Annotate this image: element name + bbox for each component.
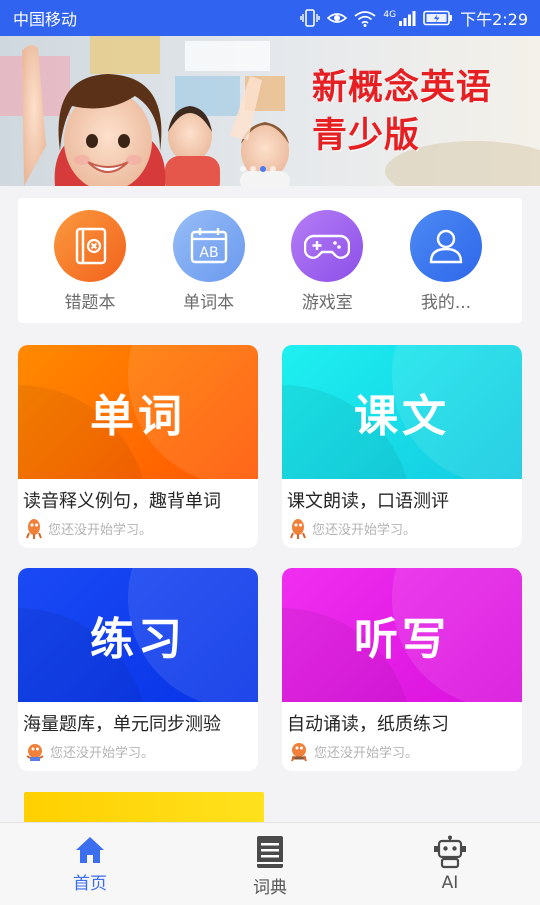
text-card[interactable]: 课文 课文朗读，口语测评 您还没开始学习。	[282, 345, 522, 548]
user-icon	[409, 210, 482, 282]
wrong-book-button[interactable]: 错题本	[52, 210, 128, 323]
status-icons: 4G 下午2:29	[300, 6, 528, 30]
word-calendar-icon: AB	[172, 210, 245, 282]
tab-ai[interactable]: AI	[360, 823, 540, 905]
svg-text:AB: AB	[199, 245, 218, 261]
text-card-description: 课文朗读，口语测评	[287, 491, 449, 512]
banner-dot[interactable]	[250, 166, 256, 172]
banner-dot[interactable]	[270, 166, 276, 172]
banner-title-line2: 青少版	[312, 116, 421, 156]
vocabulary-card-status-text: 您还没开始学习。	[48, 522, 153, 538]
vocabulary-card-description: 读音释义例句，趣背单词	[23, 491, 221, 512]
tab-home[interactable]: 首页	[0, 823, 180, 905]
text-card-status-text: 您还没开始学习。	[312, 522, 417, 538]
word-book-label: 单词本	[183, 293, 235, 313]
status-time: 下午2:29	[460, 10, 528, 29]
practice-card-description: 海量题库，单元同步测验	[23, 714, 221, 735]
wifi-icon	[354, 10, 376, 27]
tab-dictionary[interactable]: 词典	[180, 823, 360, 905]
practice-card-status: 您还没开始学习。	[18, 736, 258, 762]
text-card-title: 课文	[354, 391, 450, 442]
dictation-card[interactable]: 听写 自动诵读，纸质练习 您还没开始学习。	[282, 568, 522, 771]
vibrate-icon	[300, 9, 321, 27]
tab-ai-label: AI	[441, 873, 459, 893]
vocabulary-card-status: 您还没开始学习。	[18, 513, 258, 539]
network-type: 4G	[383, 10, 397, 20]
dictation-card-title: 听写	[354, 614, 450, 665]
banner-pagination	[240, 166, 276, 172]
robot-icon	[434, 835, 466, 869]
game-room-button[interactable]: 游戏室	[289, 210, 365, 323]
quick-actions-panel: 错题本 AB 单词本 游戏室 我的...	[18, 198, 522, 323]
gamepad-icon	[291, 210, 364, 282]
my-profile-button[interactable]: 我的...	[408, 210, 484, 323]
mascot-icon	[291, 743, 307, 762]
word-book-button[interactable]: AB 单词本	[171, 210, 247, 323]
wrong-book-icon	[54, 210, 126, 282]
banner-title: 新概念英语 青少版	[312, 64, 492, 160]
dictation-card-description: 自动诵读，纸质练习	[287, 714, 449, 735]
tab-dictionary-label: 词典	[253, 878, 287, 898]
tab-home-label: 首页	[73, 874, 107, 894]
dictionary-icon	[257, 836, 283, 868]
bottom-tab-bar: 首页 词典 AI	[0, 822, 540, 905]
signal-icon	[399, 11, 416, 26]
eye-icon	[327, 13, 348, 23]
banner-dot[interactable]	[260, 166, 266, 172]
my-profile-label: 我的...	[420, 293, 472, 313]
dictation-card-banner: 听写	[282, 568, 522, 702]
practice-card[interactable]: 练习 海量题库，单元同步测验 您还没开始学习。	[18, 568, 258, 771]
practice-card-banner: 练习	[18, 568, 258, 702]
game-room-label: 游戏室	[301, 293, 353, 313]
mascot-icon	[26, 519, 42, 539]
dictation-card-status-text: 您还没开始学习。	[314, 745, 419, 761]
text-card-banner: 课文	[282, 345, 522, 479]
home-icon	[76, 837, 104, 863]
practice-card-title: 练习	[90, 614, 186, 665]
wrong-book-label: 错题本	[64, 293, 116, 313]
text-card-status: 您还没开始学习。	[282, 513, 522, 539]
vocabulary-card-title: 单词	[90, 391, 186, 442]
banner-title-line1: 新概念英语	[312, 68, 493, 108]
promo-banner[interactable]: 新概念英语 青少版	[0, 36, 540, 186]
banner-dot[interactable]	[240, 166, 246, 172]
dictation-card-status: 您还没开始学习。	[282, 736, 522, 762]
mascot-icon	[290, 519, 306, 539]
mascot-icon	[26, 744, 44, 761]
status-bar: 中国移动 4G 下午2:29	[0, 0, 540, 36]
practice-card-status-text: 您还没开始学习。	[50, 745, 155, 761]
carrier-name: 中国移动	[13, 10, 78, 29]
vocabulary-card-banner: 单词	[18, 345, 258, 479]
battery-icon	[423, 10, 453, 26]
vocabulary-card[interactable]: 单词 读音释义例句，趣背单词 您还没开始学习。	[18, 345, 258, 548]
